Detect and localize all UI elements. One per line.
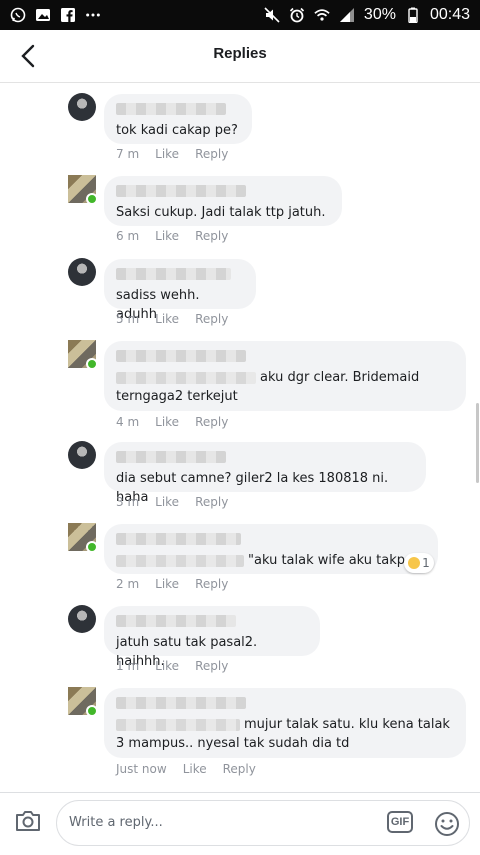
online-indicator bbox=[86, 193, 98, 205]
avatar[interactable] bbox=[68, 93, 96, 121]
clock: 00:43 bbox=[429, 6, 470, 23]
blurred-name bbox=[116, 615, 236, 627]
comment-bubble[interactable]: jatuh satu tak pasal2. haihhh. bbox=[104, 606, 320, 669]
like-button[interactable]: Like bbox=[183, 762, 207, 776]
online-indicator bbox=[86, 705, 98, 717]
reply-button[interactable]: Reply bbox=[195, 659, 228, 673]
reply-button[interactable]: Reply bbox=[195, 415, 228, 429]
comment-text: Saksi cukup. Jadi talak ttp jatuh. bbox=[116, 205, 326, 220]
reply-button[interactable]: Reply bbox=[223, 762, 256, 776]
mute-icon bbox=[264, 7, 280, 23]
comment-time: 6 m bbox=[116, 229, 140, 243]
comment-bubble[interactable]: dia sebut camne? giler2 la kes 180818 ni… bbox=[104, 442, 426, 505]
reply-button[interactable]: Reply bbox=[195, 577, 228, 591]
whatsapp-icon bbox=[10, 7, 26, 23]
comment-actions: 7 m Like Reply bbox=[116, 147, 228, 161]
comment-line-1: mujur talak satu. klu kena talak bbox=[116, 715, 454, 734]
blurred-name bbox=[116, 533, 241, 545]
battery-icon bbox=[405, 7, 421, 23]
comment-text: "aku talak wife aku takpe" bbox=[248, 553, 419, 568]
scrollbar[interactable] bbox=[476, 403, 479, 483]
comment-time: 1 m bbox=[116, 659, 140, 673]
comment-time: Just now bbox=[116, 762, 167, 776]
reply-button[interactable]: Reply bbox=[195, 495, 228, 509]
comment-bubble[interactable]: "aku talak wife aku takpe" bbox=[104, 524, 438, 574]
battery-percent: 30% bbox=[363, 6, 396, 23]
page-title: Replies bbox=[213, 45, 267, 62]
comment-actions: 2 m Like Reply bbox=[116, 577, 228, 591]
blurred-mention bbox=[116, 554, 244, 567]
comment-time: 7 m bbox=[116, 147, 140, 161]
reaction-badge[interactable]: 1 bbox=[404, 553, 434, 573]
comment-bubble[interactable]: mujur talak satu. klu kena talak 3 mampu… bbox=[104, 688, 466, 758]
like-button[interactable]: Like bbox=[155, 659, 179, 673]
comment-text: tok kadi cakap pe? bbox=[116, 123, 238, 138]
blurred-name bbox=[116, 268, 231, 280]
reply-input[interactable]: Write a reply... GIF bbox=[56, 800, 470, 846]
blurred-name bbox=[116, 350, 246, 362]
camera-icon bbox=[16, 811, 40, 831]
comment-line: "aku talak wife aku takpe" bbox=[116, 551, 426, 570]
facebook-icon bbox=[60, 7, 76, 23]
comment-text: mujur talak satu. klu kena talak bbox=[244, 717, 450, 732]
comment-actions: Just now Like Reply bbox=[116, 762, 256, 776]
blurred-name bbox=[116, 103, 226, 115]
blurred-mention bbox=[116, 718, 240, 731]
online-indicator bbox=[86, 541, 98, 553]
reply-button[interactable]: Reply bbox=[195, 312, 228, 326]
reaction-count: 1 bbox=[422, 556, 430, 570]
comment-bubble[interactable]: aku dgr clear. Bridemaid terngaga2 terke… bbox=[104, 341, 466, 411]
blurred-name bbox=[116, 185, 246, 197]
comment-bubble[interactable]: Saksi cukup. Jadi talak ttp jatuh. bbox=[104, 176, 342, 226]
replies-list[interactable]: tok kadi cakap pe? 7 m Like Reply Saksi … bbox=[0, 83, 480, 791]
camera-button[interactable] bbox=[14, 807, 42, 835]
reply-button[interactable]: Reply bbox=[195, 229, 228, 243]
alarm-icon bbox=[289, 7, 305, 23]
comment-text: aku dgr clear. Bridemaid bbox=[260, 370, 420, 385]
reply-button[interactable]: Reply bbox=[195, 147, 228, 161]
online-indicator bbox=[86, 358, 98, 370]
gif-button[interactable]: GIF bbox=[387, 811, 413, 833]
more-icon bbox=[85, 7, 101, 23]
comment-actions: 6 m Like Reply bbox=[116, 229, 228, 243]
like-button[interactable]: Like bbox=[155, 415, 179, 429]
like-button[interactable]: Like bbox=[155, 312, 179, 326]
like-button[interactable]: Like bbox=[155, 577, 179, 591]
comment-line-1: aku dgr clear. Bridemaid bbox=[116, 368, 454, 387]
comment-time: 3 m bbox=[116, 495, 140, 509]
like-button[interactable]: Like bbox=[155, 229, 179, 243]
comment-time: 4 m bbox=[116, 415, 140, 429]
reply-placeholder: Write a reply... bbox=[69, 815, 163, 830]
blurred-name bbox=[116, 697, 246, 709]
comment-bubble[interactable]: tok kadi cakap pe? bbox=[104, 94, 252, 144]
blurred-name bbox=[116, 451, 226, 463]
comment-actions: 5 m Like Reply bbox=[116, 312, 228, 326]
comment-time: 5 m bbox=[116, 312, 140, 326]
comment-time: 2 m bbox=[116, 577, 140, 591]
comment-bubble[interactable]: sadiss wehh. aduhh bbox=[104, 259, 256, 322]
avatar[interactable] bbox=[68, 258, 96, 286]
like-button[interactable]: Like bbox=[155, 495, 179, 509]
smiley-icon bbox=[435, 812, 459, 836]
like-button[interactable]: Like bbox=[155, 147, 179, 161]
comment-text-line-2: 3 mampus.. nyesal tak sudah dia td bbox=[116, 736, 350, 751]
image-icon bbox=[35, 7, 51, 23]
comment-text-line-2: terngaga2 terkejut bbox=[116, 389, 238, 404]
sad-reaction-icon bbox=[408, 557, 421, 569]
header-bar: Replies bbox=[0, 30, 480, 83]
comment-actions: 3 m Like Reply bbox=[116, 495, 228, 509]
signal-icon bbox=[339, 7, 355, 23]
emoji-button[interactable] bbox=[433, 810, 461, 838]
comment-actions: 4 m Like Reply bbox=[116, 415, 228, 429]
avatar[interactable] bbox=[68, 605, 96, 633]
avatar[interactable] bbox=[68, 441, 96, 469]
status-bar: 30% 00:43 bbox=[0, 0, 480, 30]
wifi-icon bbox=[314, 7, 330, 23]
blurred-mention bbox=[116, 371, 256, 384]
comment-actions: 1 m Like Reply bbox=[116, 659, 228, 673]
reply-composer: Write a reply... GIF bbox=[0, 792, 480, 855]
